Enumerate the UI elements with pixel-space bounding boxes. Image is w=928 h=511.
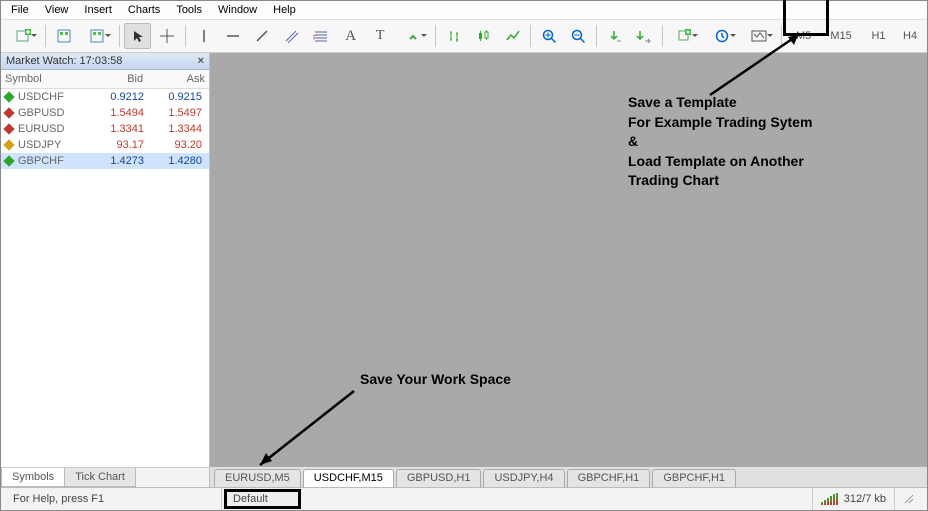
text-label-tool[interactable]: T <box>366 23 393 49</box>
chart-tab[interactable]: GBPUSD,H1 <box>396 469 482 487</box>
chart-tab[interactable]: USDCHF,M15 <box>303 469 394 487</box>
signal-bars-icon <box>821 493 838 505</box>
ask-cell: 1.3344 <box>144 123 202 135</box>
timeframe-h1[interactable]: H1 <box>861 23 896 49</box>
crosshair-tool[interactable] <box>153 23 180 49</box>
direction-icon <box>3 91 14 102</box>
symbol-cell: USDCHF <box>18 91 86 103</box>
bid-cell: 93.17 <box>86 139 144 151</box>
chart-tab[interactable]: EURUSD,M5 <box>214 469 301 487</box>
trendline-tool[interactable] <box>249 23 276 49</box>
market-watch-row[interactable]: USDCHF0.92120.9215 <box>1 89 209 105</box>
app-window: File View Insert Charts Tools Window Hel… <box>0 0 928 511</box>
candlestick-button[interactable] <box>470 23 497 49</box>
profiles-button[interactable] <box>50 23 77 49</box>
symbol-cell: USDJPY <box>18 139 86 151</box>
profiles-dropdown[interactable] <box>80 23 115 49</box>
market-watch-row[interactable]: GBPCHF1.42731.4280 <box>1 153 209 169</box>
ask-cell: 0.9215 <box>144 91 202 103</box>
line-chart-button[interactable] <box>499 23 526 49</box>
menu-help[interactable]: Help <box>273 4 296 16</box>
chart-tab[interactable]: GBPCHF,H1 <box>652 469 736 487</box>
tab-tick-chart[interactable]: Tick Chart <box>64 468 136 487</box>
market-watch-row[interactable]: USDJPY93.1793.20 <box>1 137 209 153</box>
direction-icon <box>3 107 14 118</box>
market-watch-tabs: Symbols Tick Chart <box>1 467 209 487</box>
profile-name[interactable]: Default <box>224 489 301 509</box>
chart-workspace: Save a Template For Example Trading Syte… <box>210 53 927 487</box>
bid-cell: 1.5494 <box>86 107 144 119</box>
symbol-cell: GBPUSD <box>18 107 86 119</box>
chart-tab[interactable]: USDJPY,H4 <box>483 469 564 487</box>
market-watch-title-bar: Market Watch: 17:03:58 × <box>1 53 209 70</box>
annotation-template: Save a Template For Example Trading Syte… <box>628 93 812 191</box>
bar-chart-button[interactable] <box>440 23 467 49</box>
col-symbol[interactable]: Symbol <box>1 70 85 88</box>
connection-status: 312/7 kb <box>812 488 895 510</box>
ask-cell: 1.5497 <box>144 107 202 119</box>
menu-window[interactable]: Window <box>218 4 257 16</box>
status-help: For Help, press F1 <box>5 488 222 510</box>
zoom-out-button[interactable] <box>565 23 592 49</box>
svg-text:F: F <box>313 35 317 42</box>
cursor-tool[interactable] <box>124 23 151 49</box>
market-watch-rows: USDCHF0.92120.9215GBPUSD1.54941.5497EURU… <box>1 89 209 467</box>
symbol-cell: GBPCHF <box>18 155 86 167</box>
menu-bar: File View Insert Charts Tools Window Hel… <box>1 1 927 20</box>
market-watch-row[interactable]: GBPUSD1.54941.5497 <box>1 105 209 121</box>
tab-symbols[interactable]: Symbols <box>1 468 65 487</box>
timeframe-m15[interactable]: M15 <box>823 23 858 49</box>
text-tool[interactable]: A <box>337 23 364 49</box>
chart-tab[interactable]: GBPCHF,H1 <box>567 469 651 487</box>
new-chart-button[interactable] <box>6 23 41 49</box>
chart-tabs: EURUSD,M5USDCHF,M15GBPUSD,H1USDJPY,H4GBP… <box>210 466 927 487</box>
auto-scroll-button[interactable] <box>601 23 628 49</box>
indicators-button[interactable] <box>667 23 702 49</box>
col-bid[interactable]: Bid <box>85 70 147 88</box>
ask-cell: 1.4280 <box>144 155 202 167</box>
equidistant-channel-tool[interactable] <box>278 23 305 49</box>
ask-cell: 93.20 <box>144 139 202 151</box>
chart-area[interactable]: Save a Template For Example Trading Syte… <box>210 53 927 466</box>
arrow-to-profile <box>248 385 368 475</box>
direction-icon <box>3 123 14 134</box>
fibonacci-tool[interactable]: F <box>308 23 335 49</box>
periodicity-button[interactable] <box>704 23 739 49</box>
bid-cell: 0.9212 <box>86 91 144 103</box>
main-area: Market Watch: 17:03:58 × Symbol Bid Ask … <box>1 53 927 487</box>
menu-view[interactable]: View <box>45 4 69 16</box>
market-watch-row[interactable]: EURUSD1.33411.3344 <box>1 121 209 137</box>
market-watch-panel: Market Watch: 17:03:58 × Symbol Bid Ask … <box>1 53 210 487</box>
market-watch-header: Symbol Bid Ask <box>1 70 209 89</box>
vertical-line-tool[interactable] <box>190 23 217 49</box>
status-bar: For Help, press F1 Default 312/7 kb <box>1 487 927 510</box>
bid-cell: 1.4273 <box>86 155 144 167</box>
templates-button[interactable] <box>742 23 777 49</box>
menu-tools[interactable]: Tools <box>176 4 202 16</box>
traffic-text: 312/7 kb <box>844 493 886 505</box>
chart-shift-button[interactable] <box>631 23 658 49</box>
arrows-tool[interactable] <box>396 23 431 49</box>
resize-grip[interactable] <box>895 488 923 510</box>
symbol-cell: EURUSD <box>18 123 86 135</box>
market-watch-title: Market Watch: 17:03:58 <box>6 55 122 67</box>
zoom-in-button[interactable] <box>535 23 562 49</box>
timeframe-h4[interactable]: H4 <box>898 23 922 49</box>
toolbar: F A T <box>1 20 927 53</box>
bid-cell: 1.3341 <box>86 123 144 135</box>
col-ask[interactable]: Ask <box>147 70 209 88</box>
menu-file[interactable]: File <box>11 4 29 16</box>
horizontal-line-tool[interactable] <box>219 23 246 49</box>
menu-insert[interactable]: Insert <box>84 4 112 16</box>
menu-charts[interactable]: Charts <box>128 4 160 16</box>
annotation-workspace: Save Your Work Space <box>360 370 511 390</box>
timeframe-m5[interactable]: M5 <box>786 23 821 49</box>
direction-icon <box>3 155 14 166</box>
close-icon[interactable]: × <box>198 55 204 67</box>
direction-icon <box>3 139 14 150</box>
